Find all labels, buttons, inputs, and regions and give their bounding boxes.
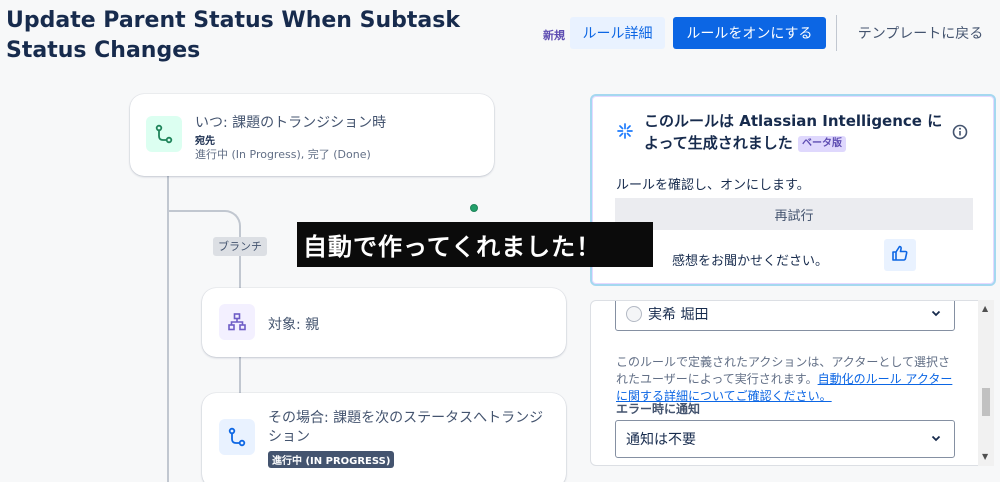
turn-on-rule-button[interactable]: ルールをオンにする [673,17,826,49]
retry-button[interactable]: 再試行 [615,198,973,230]
flow-connector [223,210,241,228]
settings-scrollbar[interactable]: ▲ ▼ [978,300,994,466]
hierarchy-icon [219,304,255,340]
flow-connector [167,176,169,212]
chevron-down-icon [930,307,942,323]
rule-settings-panel: 実希 堀田 このルールで定義されたアクションは、アクターとして選択されたユーザー… [590,300,994,466]
error-notify-select[interactable]: 通知は不要 [615,420,955,458]
flow-connector [167,212,169,482]
trigger-title: いつ: 課題のトランジション時 [195,115,387,131]
action-card[interactable]: その場合: 課題を次のステータスへトランジション 進行中 (IN PROGRES… [202,393,566,482]
chevron-down-icon [930,432,942,448]
branch-label: ブランチ [213,237,267,256]
error-notify-label: エラー時に通知 [616,402,701,416]
feedback-prompt: 感想をお聞かせください。 [672,254,829,269]
transition-icon [219,419,255,455]
flow-connector [239,226,241,288]
transition-icon [146,116,182,152]
flow-connector [167,210,223,212]
beta-badge: ベータ版 [798,136,847,152]
error-notify-value: 通知は不要 [626,432,696,448]
branch-card[interactable]: 対象: 親 [202,288,566,357]
scrollbar-thumb[interactable] [982,388,990,416]
sparkle-icon [616,122,634,144]
header-divider [836,15,837,51]
page-title: Update Parent Status When Subtask Status… [6,8,460,63]
ai-panel-title-text: このルールは Atlassian Intelligence によって生成されまし… [644,112,943,152]
status-lozenge: 進行中 (IN PROGRESS) [268,451,395,468]
ai-panel-description: ルールを確認し、オンにします。 [616,178,810,193]
flow-connector [239,357,241,393]
trigger-statuses: 進行中 (In Progress), 完了 (Done) [195,148,371,161]
ai-panel-title: このルールは Atlassian Intelligence によって生成されまし… [644,110,944,154]
avatar [626,306,642,322]
thumbs-up-button[interactable] [884,239,916,271]
scroll-down-arrow[interactable]: ▼ [982,452,988,461]
actor-name: 実希 堀田 [648,307,709,323]
thumbs-up-icon [891,244,909,266]
back-to-templates-button[interactable]: テンプレートに戻る [848,17,993,49]
new-badge: 新規 [543,29,565,42]
actor-help-text: このルールで定義されたアクションは、アクターとして選択されたユーザーによって実行… [616,354,961,405]
info-icon[interactable] [952,124,968,144]
action-title: その場合: 課題を次のステータスへトランジション [268,410,544,445]
rule-details-button[interactable]: ルール詳細 [570,17,665,49]
scroll-up-arrow[interactable]: ▲ [982,304,988,313]
trigger-field-label: 宛先 [195,136,215,147]
connection-dot [470,204,478,212]
actor-select[interactable]: 実希 堀田 [615,301,955,331]
video-caption: 自動で作ってくれました！ [297,222,653,267]
branch-title: 対象: 親 [268,317,320,333]
trigger-card[interactable]: いつ: 課題のトランジション時 宛先 進行中 (In Progress), 完了… [130,94,494,176]
